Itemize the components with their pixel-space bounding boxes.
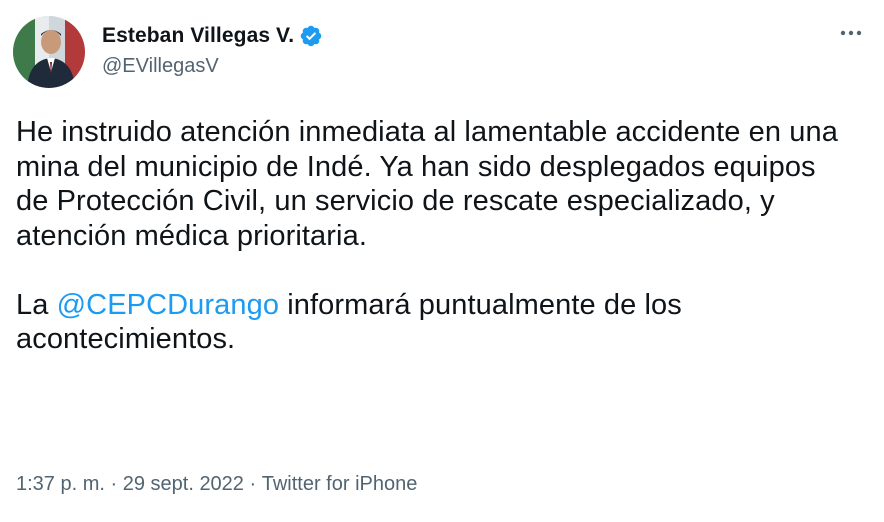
name-row: Esteban Villegas V. — [102, 22, 323, 50]
author-handle[interactable]: @EVillegasV — [102, 55, 323, 78]
tweet-paragraph-1: He instruido atención inmediata al lamen… — [16, 116, 838, 252]
tweet-card: Esteban Villegas V. @EVillegasV He instr… — [0, 0, 884, 522]
tweet-header: Esteban Villegas V. @EVillegasV — [13, 16, 868, 88]
tweet-meta: 1:37 p. m. · 29 sept. 2022 · Twitter for… — [16, 473, 417, 496]
meta-separator-1: · — [104, 473, 123, 495]
tweet-text: He instruido atención inmediata al lamen… — [16, 115, 856, 357]
display-name[interactable]: Esteban Villegas V. — [102, 24, 294, 48]
mention-link[interactable]: @CEPCDurango — [57, 289, 279, 321]
more-options-icon[interactable] — [836, 22, 866, 44]
verified-badge-icon[interactable] — [299, 24, 323, 48]
tweet-paragraph-2: La @CEPCDurango informará puntualmente d… — [16, 288, 856, 357]
tweet-source[interactable]: Twitter for iPhone — [262, 473, 418, 496]
profile-photo-icon — [13, 16, 85, 88]
paragraph-2-prefix: La — [16, 288, 57, 321]
author-info: Esteban Villegas V. @EVillegasV — [102, 22, 323, 78]
tweet-date[interactable]: 29 sept. 2022 — [123, 473, 244, 496]
tweet-time[interactable]: 1:37 p. m. — [16, 473, 105, 496]
avatar[interactable] — [13, 16, 85, 88]
meta-separator-2: · — [243, 473, 262, 495]
